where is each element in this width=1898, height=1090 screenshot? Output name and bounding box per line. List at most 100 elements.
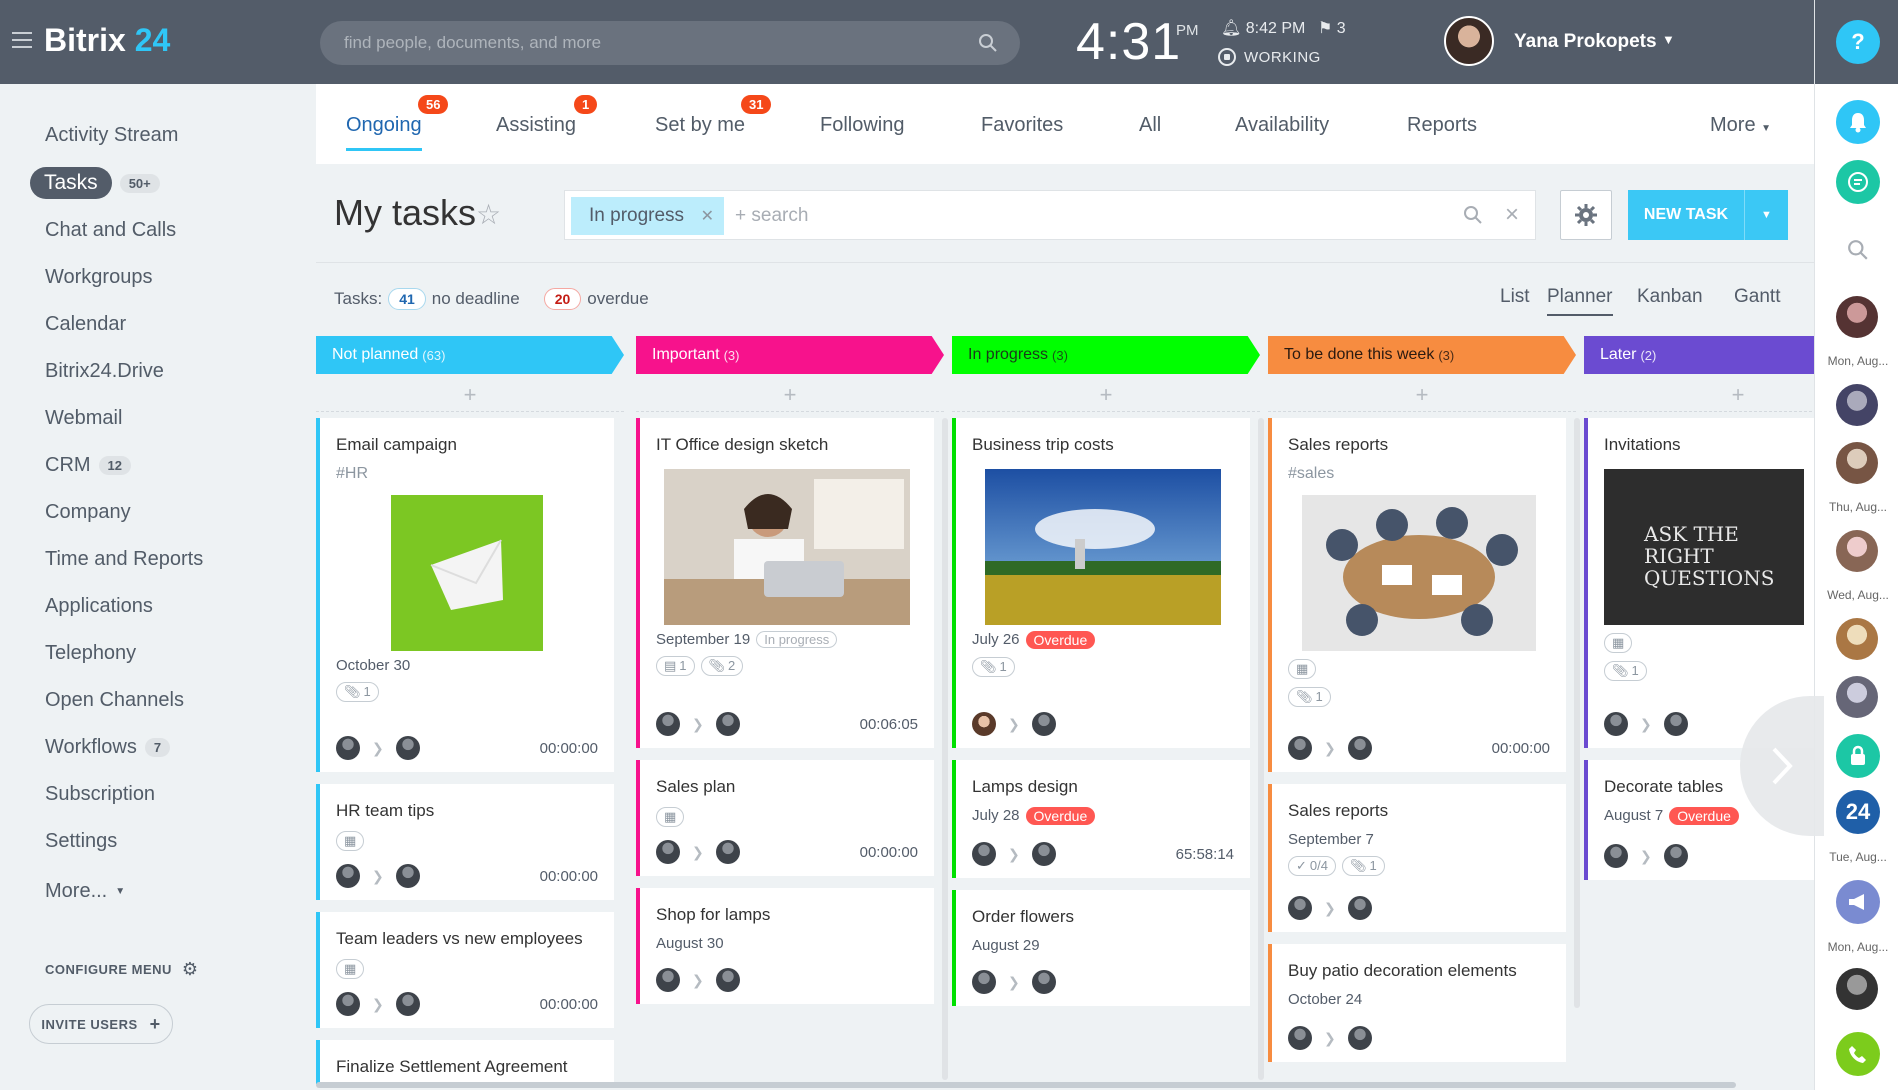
column-header[interactable]: Not planned (63) [316, 336, 624, 374]
chevron-down-icon[interactable]: ▼ [1662, 32, 1675, 47]
column-header[interactable]: Important (3) [636, 336, 944, 374]
search-icon[interactable] [1463, 205, 1483, 225]
task-card[interactable]: Finalize Settlement Agreement (Shanon Fi… [316, 1040, 614, 1084]
responsible-avatar[interactable] [1031, 970, 1056, 994]
responsible-avatar[interactable] [395, 736, 420, 760]
menu-item-applications[interactable]: Applications [45, 595, 153, 618]
notifications-bell-icon[interactable] [1836, 100, 1880, 144]
menu-item-subscription[interactable]: Subscription [45, 783, 155, 806]
responsible-avatar[interactable] [1663, 712, 1688, 736]
task-card[interactable]: Buy patio decoration elements October 24… [1268, 944, 1566, 1062]
task-card[interactable]: Lamps design July 28 Overdue ❯ 65:58:14 [952, 760, 1250, 878]
column-header[interactable]: Later (2) [1584, 336, 1814, 374]
search-icon[interactable] [978, 33, 998, 53]
menu-item-more[interactable]: More... ▼ [45, 880, 125, 903]
chat-icon[interactable] [1836, 160, 1880, 204]
view-kanban[interactable]: Kanban [1637, 286, 1703, 308]
add-task-plus[interactable]: + [316, 382, 624, 412]
megaphone-icon[interactable] [1836, 880, 1880, 924]
contact-avatar[interactable] [1836, 676, 1878, 718]
task-card[interactable]: Shop for lamps August 30 ❯ [636, 888, 934, 1004]
view-gantt[interactable]: Gantt [1734, 286, 1780, 308]
new-task-button[interactable]: NEW TASK ▼ [1628, 190, 1788, 240]
creator-avatar[interactable] [972, 970, 996, 994]
menu-item-settings[interactable]: Settings [45, 830, 117, 853]
invite-users-button[interactable]: INVITE USERS + [29, 1004, 173, 1044]
help-icon[interactable]: ? [1836, 20, 1880, 64]
contact-avatar[interactable] [1836, 968, 1878, 1010]
contact-avatar[interactable] [1836, 530, 1878, 572]
clock-time[interactable]: 4:31 [1076, 12, 1181, 72]
creator-avatar[interactable] [972, 712, 996, 736]
filter-search-input[interactable]: + search [735, 205, 808, 227]
clear-icon[interactable]: × [1505, 201, 1519, 229]
responsible-avatar[interactable] [395, 992, 420, 1016]
subtask-count[interactable]: ▤ 1 [656, 655, 695, 676]
menu-item-crm[interactable]: CRM 12 [45, 454, 132, 477]
contact-avatar[interactable] [1836, 442, 1878, 484]
responsible-avatar[interactable] [1347, 896, 1372, 920]
flags-count[interactable]: ⚑ 3 [1318, 18, 1346, 38]
phone-icon[interactable] [1836, 1032, 1880, 1076]
task-card[interactable]: Email campaign #HR October 30 📎︎ 1 ❯ 00:00… [316, 418, 614, 772]
menu-item-chat[interactable]: Chat and Calls [45, 219, 176, 242]
checklist-count[interactable]: ✓ 0/4 [1288, 855, 1336, 876]
creator-avatar[interactable] [336, 992, 360, 1016]
column-header[interactable]: To be done this week (3) [1268, 336, 1576, 374]
responsible-avatar[interactable] [1031, 712, 1056, 736]
column-header[interactable]: In progress (3) [952, 336, 1260, 374]
task-card[interactable]: Invitations ASK THE RIGHT QUESTIONS ▦ 📎︎… [1584, 418, 1814, 748]
settings-button[interactable] [1560, 190, 1612, 240]
task-card[interactable]: Sales reports #sales ▦ 📎︎ 1 ❯ 00:00:00 [1268, 418, 1566, 772]
bitrix-logo[interactable]: Bitrix 24 [44, 22, 170, 59]
responsible-avatar[interactable] [715, 968, 740, 992]
calendar-icon[interactable]: ▦ [1604, 632, 1633, 653]
add-task-plus[interactable]: + [952, 382, 1260, 412]
creator-avatar[interactable] [336, 736, 360, 760]
calendar-icon[interactable]: ▦ [336, 958, 365, 979]
bitrix24-icon[interactable]: 24 [1836, 790, 1880, 834]
tab-set-by-me[interactable]: Set by me 31 [655, 95, 772, 137]
tab-assisting[interactable]: Assisting 1 [496, 95, 598, 137]
no-deadline-count[interactable]: 41 [388, 288, 426, 310]
responsible-avatar[interactable] [395, 864, 420, 888]
global-search-input[interactable] [344, 21, 964, 65]
filter-chip-in-progress[interactable]: In progress ✕ [571, 197, 725, 235]
task-card[interactable]: Order flowers August 29 ❯ [952, 890, 1250, 1006]
close-icon[interactable]: ✕ [701, 206, 714, 226]
menu-item-time-reports[interactable]: Time and Reports [45, 548, 203, 571]
contact-avatar[interactable] [1836, 296, 1878, 338]
menu-burger-icon[interactable] [12, 32, 32, 48]
tab-all[interactable]: All [1139, 114, 1161, 137]
column-scrollbar[interactable] [1258, 418, 1264, 1080]
add-task-plus[interactable]: + [1268, 382, 1576, 412]
star-icon[interactable]: ☆ [476, 198, 501, 231]
creator-avatar[interactable] [656, 712, 680, 736]
creator-avatar[interactable] [1288, 736, 1312, 760]
lock-icon[interactable] [1836, 734, 1880, 778]
responsible-avatar[interactable] [1663, 844, 1688, 868]
tab-availability[interactable]: Availability [1235, 114, 1329, 137]
task-card[interactable]: Sales reports September 7 ✓ 0/4 📎︎ 1 ❯ [1268, 784, 1566, 932]
task-card[interactable]: Sales plan ▦ ❯ 00:00:00 [636, 760, 934, 876]
menu-item-workflows[interactable]: Workflows 7 [45, 736, 171, 759]
creator-avatar[interactable] [336, 864, 360, 888]
add-task-plus[interactable]: + [1584, 382, 1814, 412]
task-card[interactable]: IT Office design sketch September 19 In p… [636, 418, 934, 748]
overdue-count[interactable]: 20 [543, 288, 582, 310]
alarm-time[interactable]: 🔔︎ 8:42 PM [1221, 18, 1305, 38]
tab-more[interactable]: More ▼ [1710, 114, 1771, 137]
creator-avatar[interactable] [1604, 712, 1628, 736]
attachment-count[interactable]: 📎︎ 2 [700, 655, 744, 676]
chevron-down-icon[interactable]: ▼ [1744, 190, 1788, 240]
tab-ongoing[interactable]: Ongoing 56 [346, 95, 449, 151]
menu-item-telephony[interactable]: Telephony [45, 642, 136, 665]
task-card[interactable]: Team leaders vs new employees ▦ ❯ 00:00:0… [316, 912, 614, 1028]
rail-search-icon[interactable] [1836, 228, 1880, 272]
view-list[interactable]: List [1500, 286, 1530, 308]
creator-avatar[interactable] [1604, 844, 1628, 868]
calendar-icon[interactable]: ▦ [1288, 658, 1317, 679]
task-card[interactable]: Business trip costs July 26 Overdue 📎︎ 1 ❯ [952, 418, 1250, 748]
column-scrollbar[interactable] [942, 418, 948, 1080]
work-status[interactable]: WORKING [1218, 48, 1321, 66]
